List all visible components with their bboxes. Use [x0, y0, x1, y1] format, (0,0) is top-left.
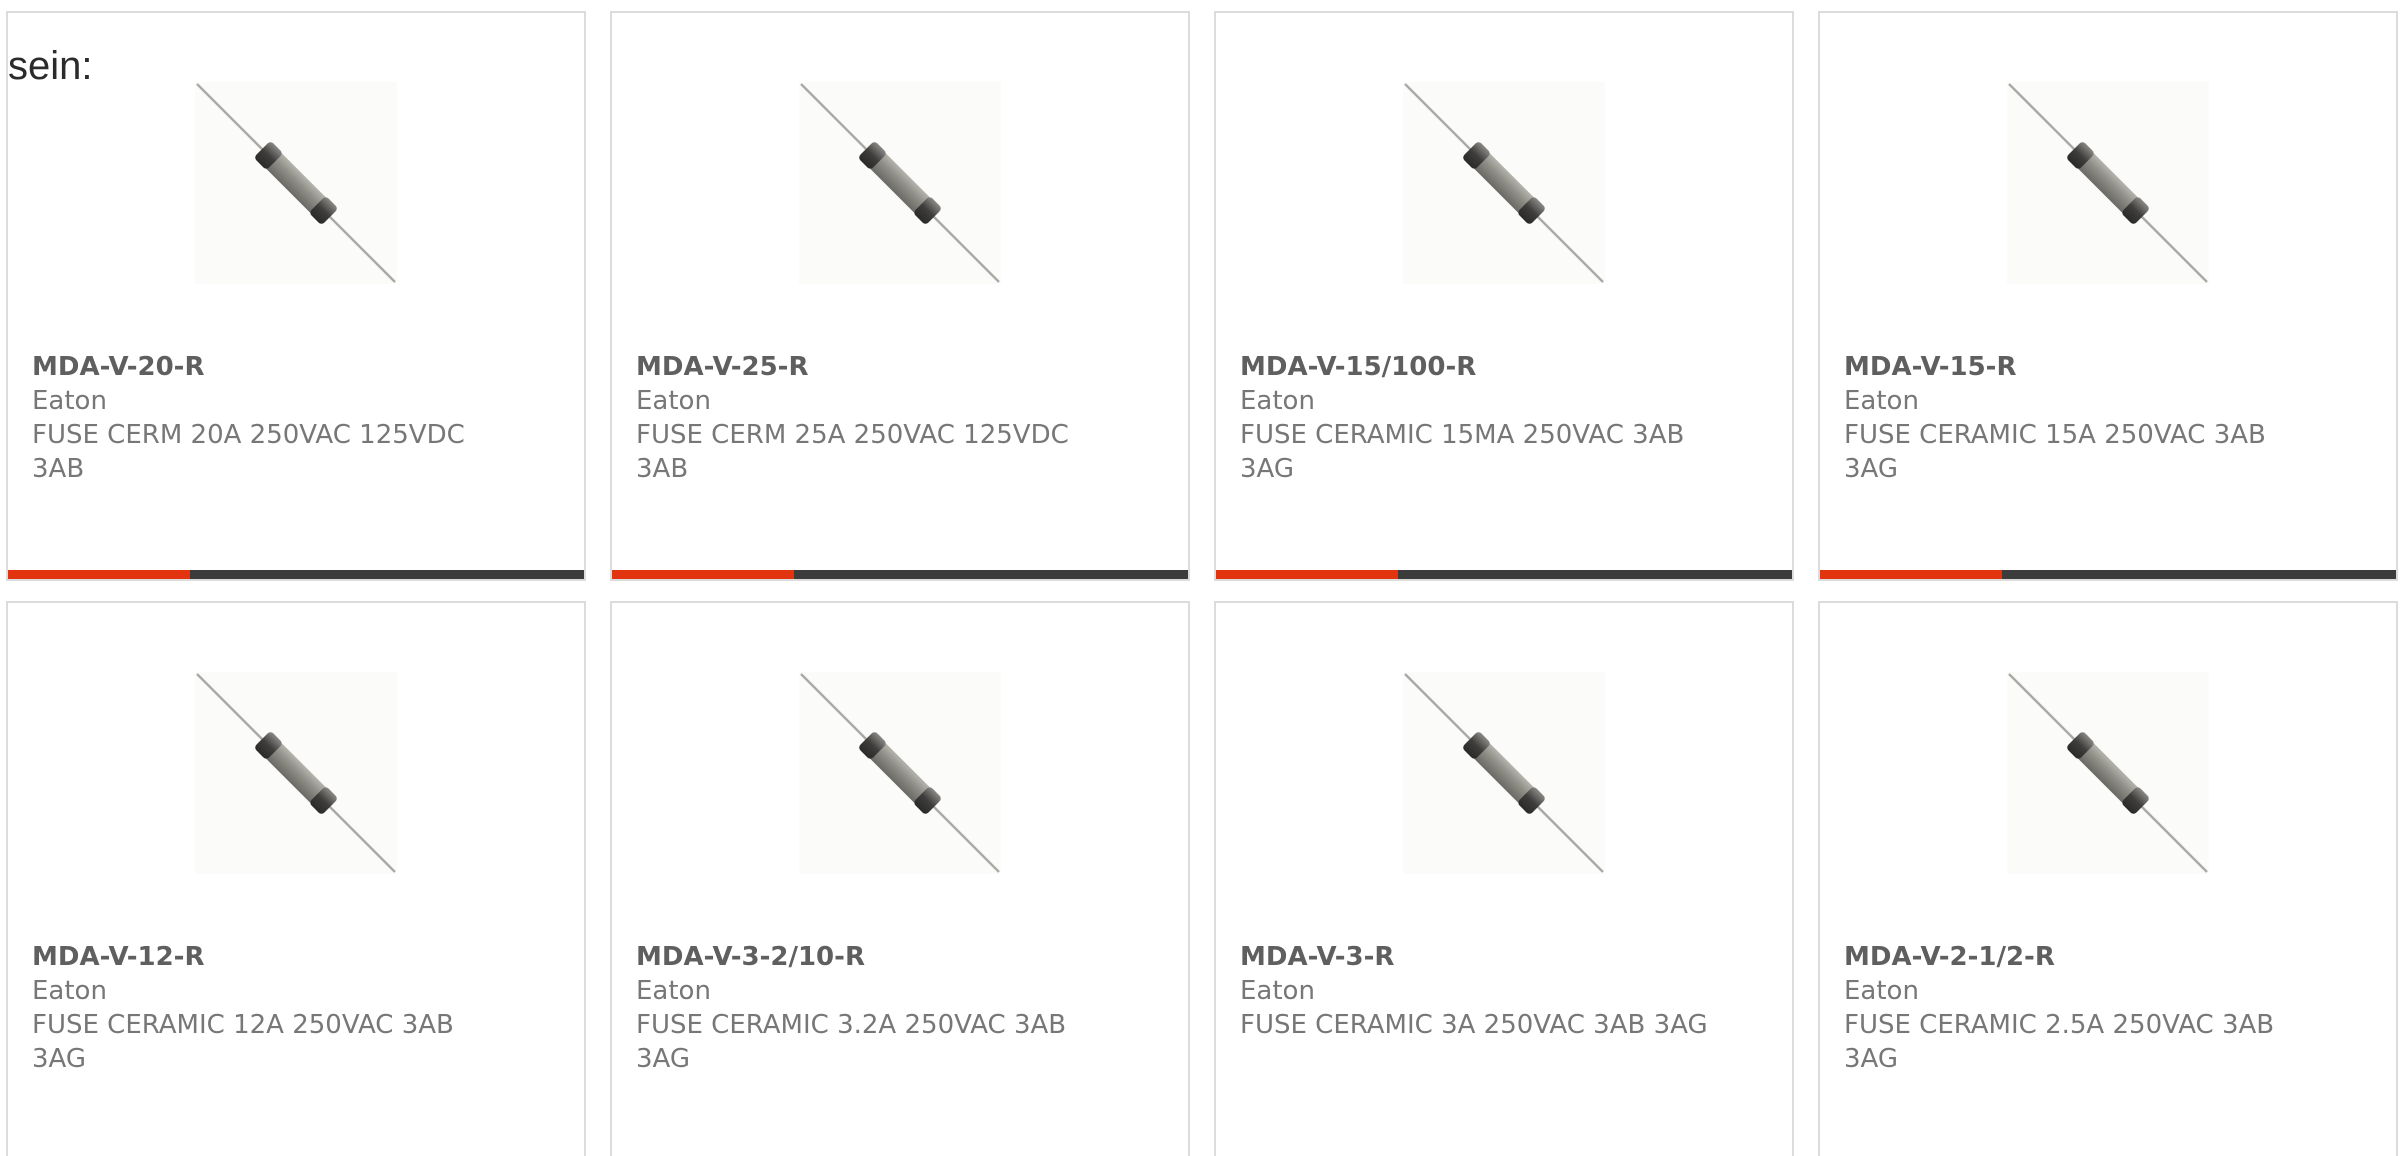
- product-description: FUSE CERAMIC 15A 250VAC 3AB 3AG: [1844, 420, 2266, 484]
- product-card[interactable]: MDA-V-20-R Eaton FUSE CERM 20A 250VAC 12…: [6, 11, 586, 581]
- card-bottom-bar: [1820, 570, 2396, 579]
- product-info: MDA-V-3-2/10-R Eaton FUSE CERAMIC 3.2A 2…: [636, 940, 1106, 1076]
- part-number-link[interactable]: MDA-V-15-R: [1844, 350, 2314, 384]
- part-number-link[interactable]: MDA-V-12-R: [32, 940, 502, 974]
- card-accent-stripe: [1216, 570, 1398, 579]
- product-description: FUSE CERAMIC 12A 250VAC 3AB 3AG: [32, 1010, 454, 1074]
- product-description: FUSE CERAMIC 3.2A 250VAC 3AB 3AG: [636, 1010, 1067, 1074]
- ceramic-fuse-image[interactable]: [1403, 82, 1605, 284]
- product-info: MDA-V-3-R Eaton FUSE CERAMIC 3A 250VAC 3…: [1240, 940, 1710, 1042]
- product-info: MDA-V-12-R Eaton FUSE CERAMIC 12A 250VAC…: [32, 940, 502, 1076]
- product-card[interactable]: MDA-V-3-2/10-R Eaton FUSE CERAMIC 3.2A 2…: [610, 601, 1190, 1156]
- part-number-link[interactable]: MDA-V-25-R: [636, 350, 1106, 384]
- part-number-link[interactable]: MDA-V-3-2/10-R: [636, 940, 1106, 974]
- card-bottom-bar: [612, 570, 1188, 579]
- ceramic-fuse-image[interactable]: [799, 82, 1001, 284]
- manufacturer: Eaton: [1844, 976, 1919, 1006]
- ceramic-fuse-image[interactable]: [799, 672, 1001, 874]
- intro-text: sein:: [8, 44, 93, 88]
- manufacturer: Eaton: [32, 386, 107, 416]
- part-number-link[interactable]: MDA-V-15/100-R: [1240, 350, 1710, 384]
- ceramic-fuse-image[interactable]: [2007, 672, 2209, 874]
- product-description: FUSE CERAMIC 3A 250VAC 3AB 3AG: [1240, 1010, 1708, 1040]
- product-info: MDA-V-15/100-R Eaton FUSE CERAMIC 15MA 2…: [1240, 350, 1710, 486]
- manufacturer: Eaton: [1844, 386, 1919, 416]
- product-description: FUSE CERAMIC 15MA 250VAC 3AB 3AG: [1240, 420, 1685, 484]
- ceramic-fuse-image[interactable]: [195, 672, 397, 874]
- manufacturer: Eaton: [636, 386, 711, 416]
- product-card[interactable]: MDA-V-15/100-R Eaton FUSE CERAMIC 15MA 2…: [1214, 11, 1794, 581]
- product-card[interactable]: MDA-V-25-R Eaton FUSE CERM 25A 250VAC 12…: [610, 11, 1190, 581]
- card-bottom-bar: [8, 570, 584, 579]
- product-description: FUSE CERM 25A 250VAC 125VDC 3AB: [636, 420, 1069, 484]
- manufacturer: Eaton: [32, 976, 107, 1006]
- part-number-link[interactable]: MDA-V-2-1/2-R: [1844, 940, 2314, 974]
- product-card[interactable]: MDA-V-15-R Eaton FUSE CERAMIC 15A 250VAC…: [1818, 11, 2398, 581]
- manufacturer: Eaton: [636, 976, 711, 1006]
- product-info: MDA-V-20-R Eaton FUSE CERM 20A 250VAC 12…: [32, 350, 502, 486]
- ceramic-fuse-image[interactable]: [2007, 82, 2209, 284]
- product-info: MDA-V-2-1/2-R Eaton FUSE CERAMIC 2.5A 25…: [1844, 940, 2314, 1076]
- ceramic-fuse-image[interactable]: [1403, 672, 1605, 874]
- part-number-link[interactable]: MDA-V-3-R: [1240, 940, 1710, 974]
- card-accent-stripe: [612, 570, 794, 579]
- ceramic-fuse-image[interactable]: [195, 82, 397, 284]
- card-accent-stripe: [1820, 570, 2002, 579]
- product-description: FUSE CERM 20A 250VAC 125VDC 3AB: [32, 420, 465, 484]
- product-description: FUSE CERAMIC 2.5A 250VAC 3AB 3AG: [1844, 1010, 2275, 1074]
- card-bottom-bar: [1216, 570, 1792, 579]
- product-card[interactable]: MDA-V-2-1/2-R Eaton FUSE CERAMIC 2.5A 25…: [1818, 601, 2398, 1156]
- product-info: MDA-V-25-R Eaton FUSE CERM 25A 250VAC 12…: [636, 350, 1106, 486]
- product-card[interactable]: MDA-V-12-R Eaton FUSE CERAMIC 12A 250VAC…: [6, 601, 586, 1156]
- manufacturer: Eaton: [1240, 386, 1315, 416]
- card-accent-stripe: [8, 570, 190, 579]
- manufacturer: Eaton: [1240, 976, 1315, 1006]
- part-number-link[interactable]: MDA-V-20-R: [32, 350, 502, 384]
- product-card[interactable]: MDA-V-3-R Eaton FUSE CERAMIC 3A 250VAC 3…: [1214, 601, 1794, 1156]
- product-info: MDA-V-15-R Eaton FUSE CERAMIC 15A 250VAC…: [1844, 350, 2314, 486]
